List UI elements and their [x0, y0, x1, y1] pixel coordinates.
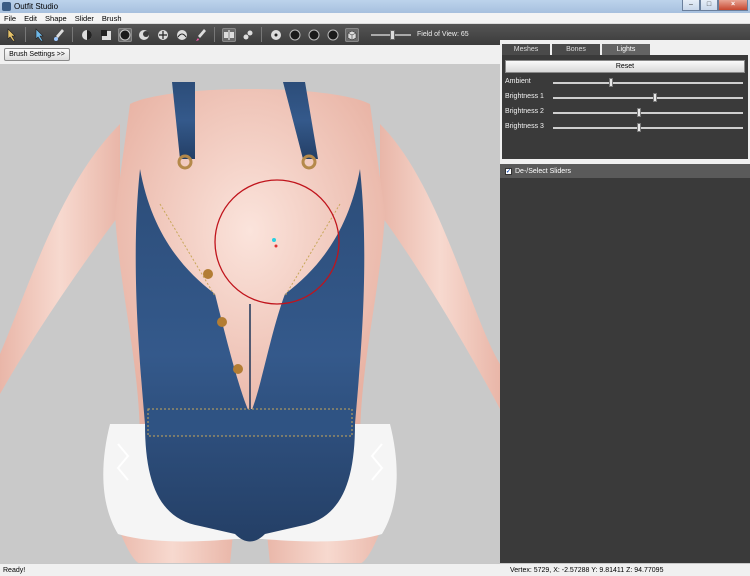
view-back-button[interactable]: [288, 28, 302, 42]
tab-lights[interactable]: Lights: [602, 44, 650, 55]
reset-lights-button[interactable]: Reset: [505, 60, 745, 73]
select-tool-button[interactable]: [5, 27, 19, 42]
status-bar: Ready! Vertex: 5729, X: -2.57288 Y: 9.81…: [0, 563, 750, 576]
brush-tool-button[interactable]: [52, 28, 66, 42]
title-bar: Outfit Studio – □ ×: [0, 0, 750, 13]
maximize-button[interactable]: □: [700, 0, 718, 11]
cube-icon: [347, 30, 356, 40]
view-cube-button[interactable]: [344, 27, 359, 42]
brightness-3-row: Brightness 3: [505, 121, 745, 133]
menu-slider[interactable]: Slider: [71, 14, 98, 23]
mirror-icon: [223, 29, 234, 40]
right-panel: Meshes Bones Lights Reset Ambient Bright…: [500, 40, 750, 563]
menu-brush[interactable]: Brush: [98, 14, 126, 23]
menu-bar: File Edit Shape Slider Brush: [0, 13, 750, 24]
smooth-brush-icon: [176, 29, 187, 40]
sphere-icon: [289, 29, 300, 40]
ambient-slider[interactable]: [553, 78, 743, 87]
status-text: Ready!: [3, 566, 26, 574]
ambient-label: Ambient: [505, 78, 531, 85]
app-icon: [2, 2, 11, 11]
move-brush-icon: [157, 29, 168, 40]
minimize-button[interactable]: –: [682, 0, 700, 11]
brightness-3-label: Brightness 3: [505, 123, 544, 130]
brightness-2-label: Brightness 2: [505, 108, 544, 115]
select-tool-icon: [7, 27, 16, 41]
menu-edit[interactable]: Edit: [20, 14, 41, 23]
fov-label: Field of View: 65: [417, 31, 469, 38]
brush-icon: [53, 28, 64, 41]
tab-bones[interactable]: Bones: [552, 44, 600, 55]
model-render: [0, 82, 500, 564]
move-brush-button[interactable]: [156, 28, 170, 42]
brightness-2-slider-thumb[interactable]: [636, 108, 641, 117]
deflate-brush-button[interactable]: [137, 28, 151, 42]
brightness-1-label: Brightness 1: [505, 93, 544, 100]
weight-brush-button[interactable]: [194, 28, 208, 42]
brightness-1-slider[interactable]: [553, 93, 743, 102]
brightness-2-row: Brightness 2: [505, 106, 745, 118]
3d-viewport[interactable]: [0, 64, 500, 564]
sphere-icon: [327, 29, 338, 40]
smooth-brush-button[interactable]: [175, 28, 189, 42]
connected-only-button[interactable]: [241, 28, 255, 42]
view-front-button[interactable]: [269, 28, 283, 42]
brightness-1-row: Brightness 1: [505, 91, 745, 103]
window-title: Outfit Studio: [14, 2, 59, 11]
brightness-3-slider-thumb[interactable]: [636, 123, 641, 132]
vertex-readout: Vertex: 5729, X: -2.57288 Y: 9.81411 Z: …: [510, 566, 664, 574]
inflate-brush-icon: [119, 29, 130, 40]
view-right-button[interactable]: [326, 28, 340, 42]
select-sliders-checkbox[interactable]: ✓: [505, 167, 512, 175]
brush-settings-bar: Brush Settings >>: [0, 45, 500, 64]
transform-tool-button[interactable]: [33, 27, 47, 42]
menu-shape[interactable]: Shape: [41, 14, 71, 23]
connected-icon: [243, 30, 252, 39]
brightness-2-slider[interactable]: [553, 108, 743, 117]
window-controls: – □ ×: [682, 0, 748, 12]
lights-panel: Reset Ambient Brightness 1 Brightness 2 …: [502, 55, 748, 159]
transform-tool-icon: [35, 27, 44, 41]
ambient-row: Ambient: [505, 76, 745, 88]
menu-file[interactable]: File: [0, 14, 20, 23]
sliders-list[interactable]: [500, 178, 750, 563]
brush-settings-button[interactable]: Brush Settings >>: [4, 48, 70, 61]
dot-small-icon: [270, 29, 281, 40]
fov-slider[interactable]: [371, 29, 411, 40]
fov-slider-thumb[interactable]: [390, 29, 395, 40]
unmask-brush-button[interactable]: [99, 28, 113, 42]
tab-meshes[interactable]: Meshes: [502, 44, 550, 55]
mirror-x-button[interactable]: [221, 27, 236, 42]
mask-brush-icon: [81, 29, 92, 40]
close-button[interactable]: ×: [718, 0, 748, 11]
brightness-3-slider[interactable]: [553, 123, 743, 132]
panel-tabs: Meshes Bones Lights: [502, 44, 652, 55]
inflate-brush-button[interactable]: [117, 27, 132, 42]
view-left-button[interactable]: [307, 28, 321, 42]
sphere-icon: [308, 29, 319, 40]
deflate-brush-icon: [138, 29, 149, 40]
weight-paint-icon: [195, 28, 206, 41]
brightness-1-slider-thumb[interactable]: [653, 93, 658, 102]
unmask-brush-icon: [100, 29, 111, 40]
mask-brush-button[interactable]: [80, 28, 94, 42]
sliders-header-label: De-/Select Sliders: [515, 167, 572, 175]
sliders-header[interactable]: ✓ De-/Select Sliders: [500, 164, 750, 178]
ambient-slider-thumb[interactable]: [608, 78, 613, 87]
